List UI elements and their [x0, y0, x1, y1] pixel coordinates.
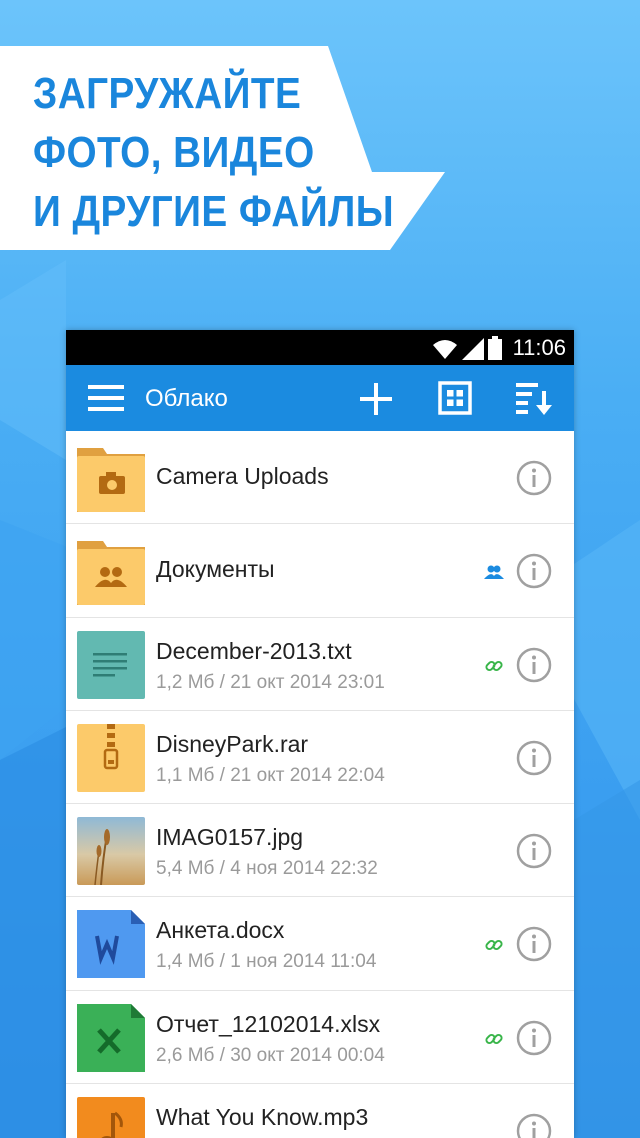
promo-line-2: ФОТО, ВИДЕО: [33, 128, 315, 177]
info-icon[interactable]: [516, 833, 552, 869]
list-item[interactable]: December-2013.txt 1,2 Мб / 21 окт 2014 2…: [66, 617, 574, 711]
info-icon[interactable]: [516, 460, 552, 496]
list-item[interactable]: Анкета.docx 1,4 Мб / 1 ноя 2014 11:04: [66, 897, 574, 991]
file-meta: 2,6 Мб / 30 окт 2014 00:04: [156, 1044, 385, 1066]
file-meta: 5,4 Мб / 4 ноя 2014 22:32: [156, 858, 378, 880]
shared-folder-icon: [77, 541, 145, 606]
list-item[interactable]: Документы: [66, 524, 574, 618]
file-list: Camera Uploads Документы December-2013.t…: [66, 431, 574, 1138]
file-name: DisneyPark.rar: [156, 730, 309, 757]
text-file-icon: [77, 630, 145, 699]
status-icons: [432, 336, 502, 360]
info-icon[interactable]: [516, 647, 552, 683]
battery-icon: [488, 336, 502, 360]
info-icon[interactable]: [516, 740, 552, 776]
file-name: Отчет_12102014.xlsx: [156, 1010, 381, 1037]
app-bar: Облако: [66, 365, 574, 431]
file-name: Анкета.docx: [156, 917, 285, 944]
info-icon[interactable]: [516, 1113, 552, 1138]
app-title: Облако: [145, 385, 228, 412]
shared-icon: [484, 565, 504, 580]
file-name: Camera Uploads: [156, 463, 329, 489]
status-bar: 11:06: [66, 330, 574, 365]
file-meta: 1,4 Мб / 1 ноя 2014 11:04: [156, 951, 377, 973]
info-icon[interactable]: [516, 1020, 552, 1056]
sort-icon[interactable]: [514, 379, 554, 417]
camera-folder-icon: [77, 448, 145, 512]
file-name: IMAG0157.jpg: [156, 824, 304, 851]
file-meta: 1,2 Мб / 21 окт 2014 23:01: [156, 671, 385, 693]
word-file-icon: [77, 910, 145, 979]
status-time: 11:06: [512, 335, 566, 360]
info-icon[interactable]: [516, 553, 552, 589]
link-icon: [485, 660, 503, 671]
file-meta: 1,1 Мб / 21 окт 2014 22:04: [156, 764, 385, 786]
info-icon[interactable]: [516, 926, 552, 962]
add-icon[interactable]: [356, 379, 396, 419]
audio-file-icon: [77, 1097, 145, 1138]
list-item[interactable]: Camera Uploads: [66, 431, 574, 525]
list-item[interactable]: Отчет_12102014.xlsx 2,6 Мб / 30 окт 2014…: [66, 990, 574, 1085]
image-thumbnail: [77, 817, 145, 886]
archive-icon: [77, 723, 145, 792]
promo-line-3: И ДРУГИЕ ФАЙЛЫ: [33, 187, 395, 236]
menu-icon[interactable]: [88, 383, 124, 413]
promo-headline: ЗАГРУЖАЙТЕ ФОТО, ВИДЕО И ДРУГИЕ ФАЙЛЫ: [33, 64, 394, 241]
signal-icon: [462, 338, 484, 360]
file-name: What You Know.mp3: [156, 1104, 369, 1131]
list-item[interactable]: IMAG0157.jpg 5,4 Мб / 4 ноя 2014 22:32: [66, 804, 574, 898]
excel-file-icon: [77, 1003, 145, 1072]
promo-line-1: ЗАГРУЖАЙТЕ: [33, 69, 302, 118]
phone-screen: 11:06 Облако Camera Uploads Документы De…: [66, 330, 574, 1138]
grid-view-icon[interactable]: [438, 381, 472, 415]
wifi-icon: [433, 340, 457, 359]
link-icon: [485, 940, 503, 951]
list-item[interactable]: DisneyPark.rar 1,1 Мб / 21 окт 2014 22:0…: [66, 710, 574, 805]
file-name: Документы: [156, 556, 275, 583]
link-icon: [485, 1033, 503, 1044]
file-name: December-2013.txt: [156, 637, 352, 664]
list-item[interactable]: What You Know.mp3: [66, 1084, 574, 1138]
